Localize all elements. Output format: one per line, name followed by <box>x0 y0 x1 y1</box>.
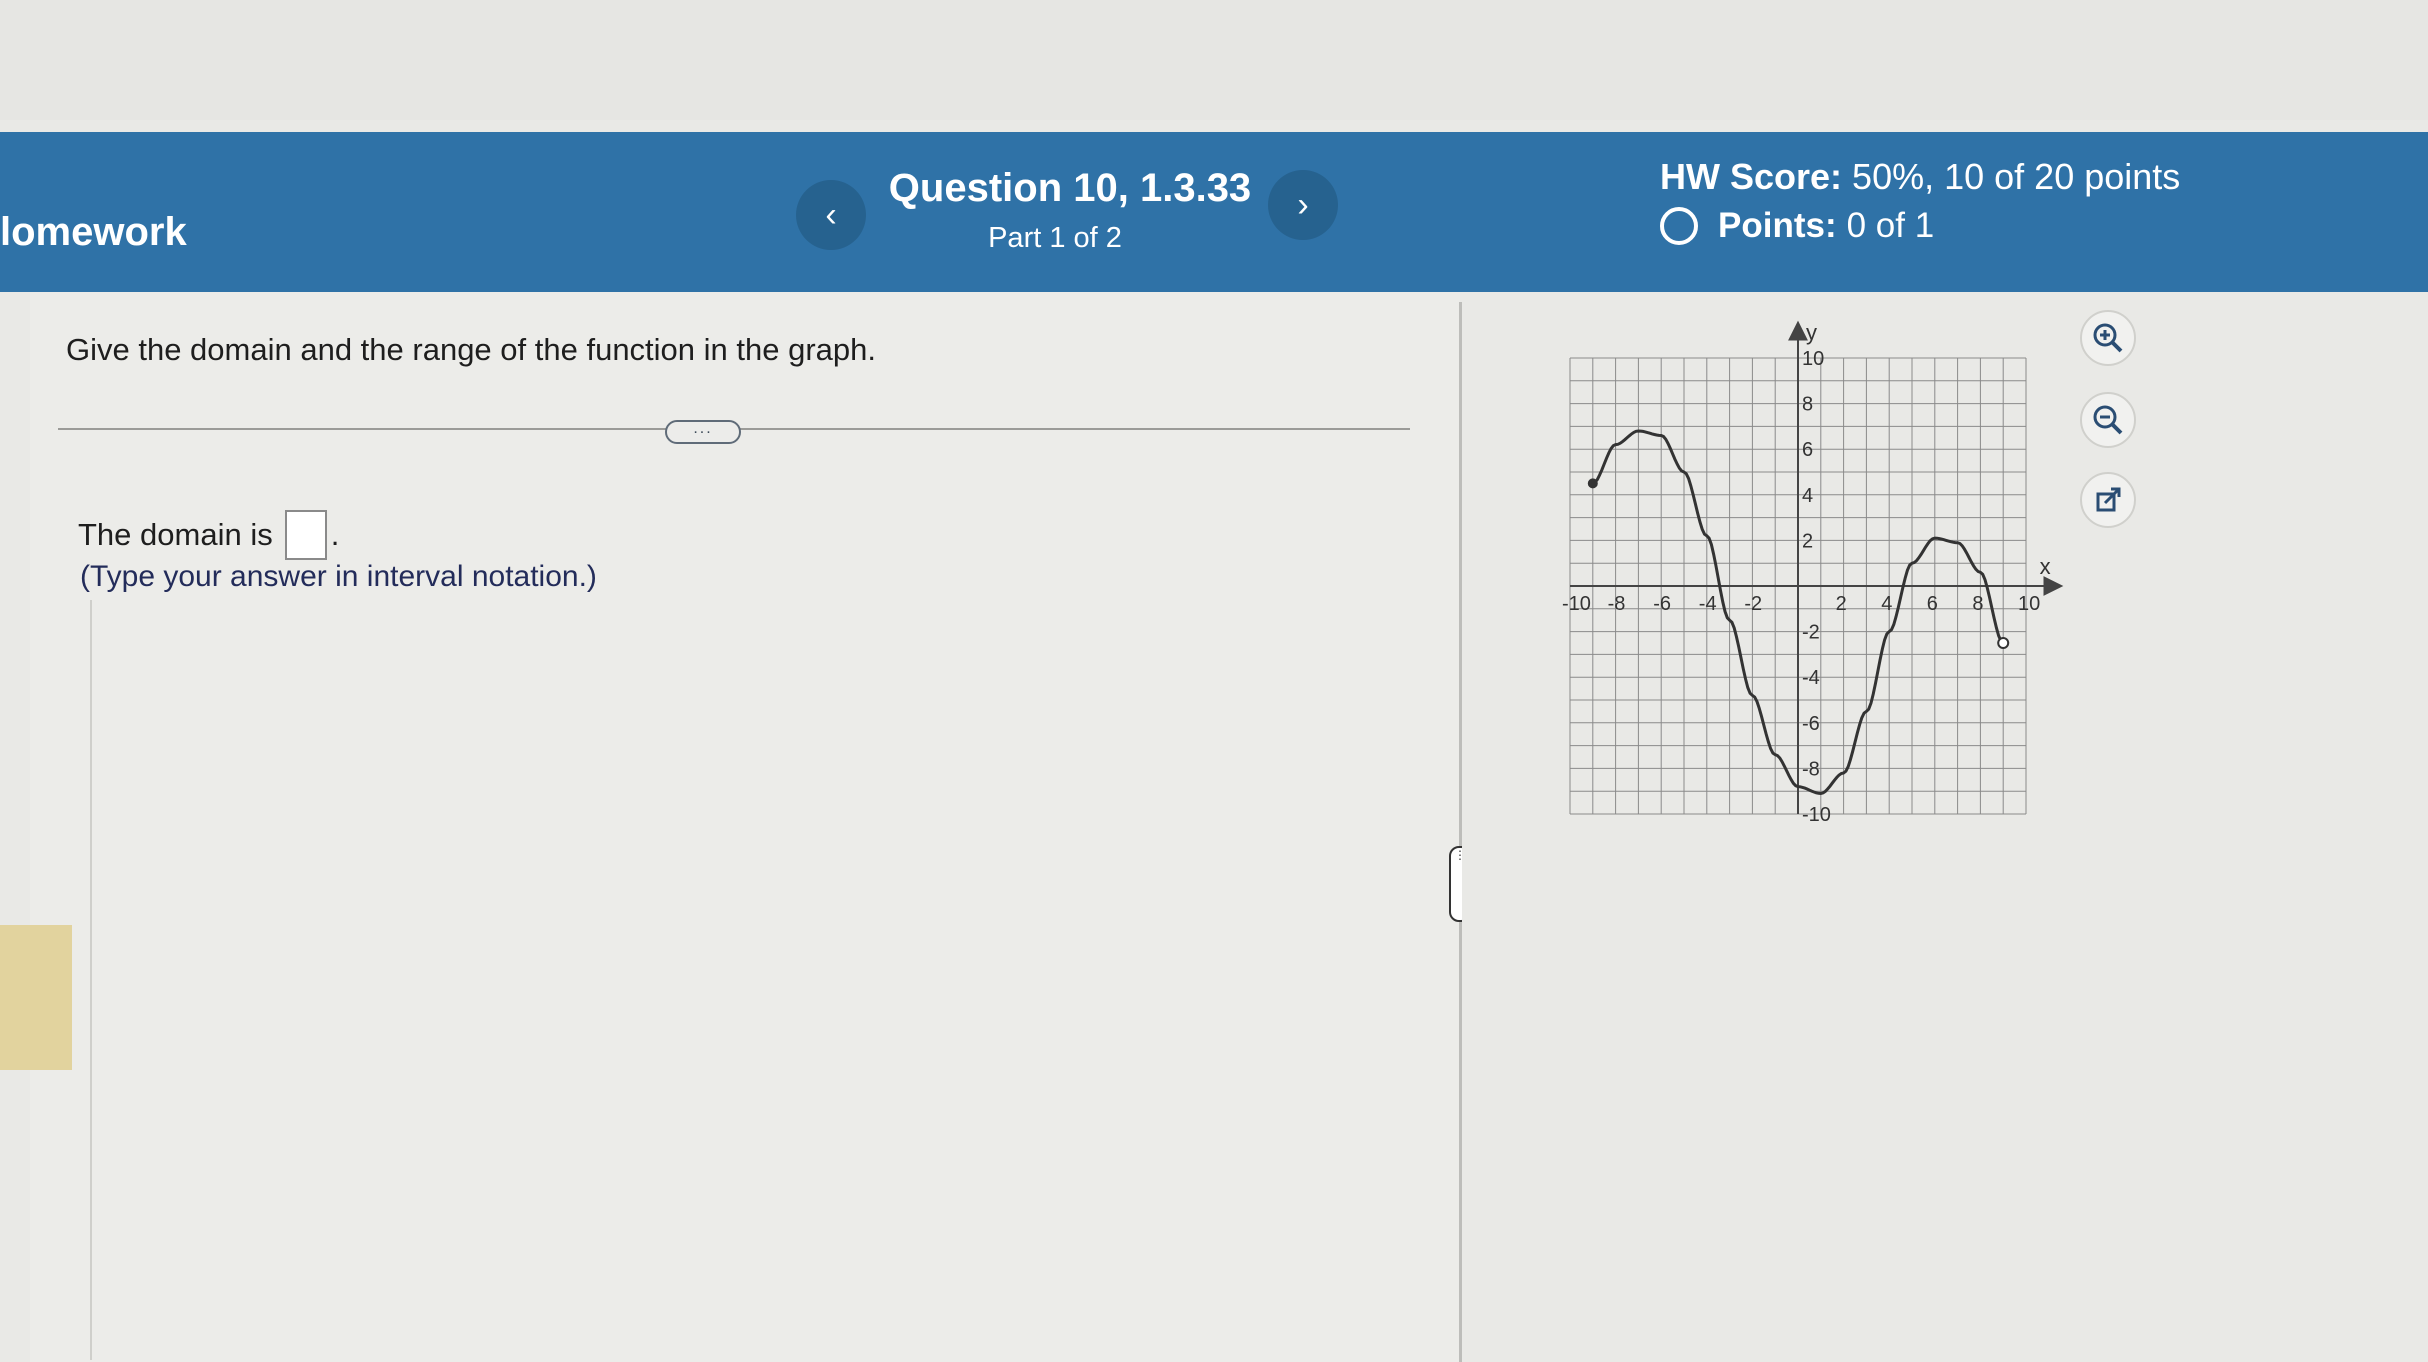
y-tick-label: -10 <box>1802 804 1831 826</box>
y-tick-label: 8 <box>1802 394 1813 416</box>
x-tick-label: 4 <box>1881 593 1892 615</box>
y-tick-label: -2 <box>1802 622 1820 644</box>
domain-label: The domain is <box>78 517 273 552</box>
top-band <box>0 0 2428 120</box>
domain-answer-input[interactable] <box>284 510 327 560</box>
x-tick-label: -2 <box>1744 593 1762 615</box>
interval-notation-instruction: (Type your answer in interval notation.) <box>80 560 597 593</box>
y-tick-label: -6 <box>1802 713 1820 735</box>
points-status: Points: 0 of 1 <box>1660 206 1934 246</box>
zoom-in-icon <box>2093 323 2123 353</box>
zoom-in-button[interactable] <box>2080 310 2136 366</box>
zoom-out-button[interactable] <box>2080 392 2136 448</box>
section-label: lomework <box>0 210 187 254</box>
next-question-button[interactable]: › <box>1268 170 1338 240</box>
domain-answer-row: The domain is . <box>78 510 339 560</box>
x-axis-label: x <box>2040 554 2051 579</box>
pane-edge <box>90 600 92 1360</box>
previous-question-button[interactable]: ‹ <box>796 180 866 250</box>
question-part: Part 1 of 2 <box>988 222 1122 254</box>
hw-score: HW Score: 50%, 10 of 20 points <box>1660 156 2180 198</box>
y-tick-label: 4 <box>1802 485 1813 507</box>
closed-endpoint <box>1587 478 1598 489</box>
x-tick-label: -10 <box>1562 593 1591 615</box>
domain-period: . <box>330 517 340 552</box>
question-pane <box>30 292 1460 1362</box>
x-tick-label: -4 <box>1699 593 1717 615</box>
side-indicator <box>0 925 72 1070</box>
y-axis-label: y <box>1806 320 1817 345</box>
x-tick-label: -6 <box>1653 593 1671 615</box>
popout-button[interactable] <box>2080 472 2136 528</box>
y-tick-label: 10 <box>1802 348 1824 370</box>
popout-icon <box>2096 487 2121 512</box>
points-value: 0 of 1 <box>1846 206 1935 245</box>
function-graph: -10 -8 -6 -4 -2 2 4 6 8 10 10 8 6 4 2 -2 -4 -6 -8 -10 x y <box>1540 310 2080 845</box>
hw-score-label: HW Score: <box>1660 156 1843 197</box>
status-circle-icon <box>1660 207 1698 245</box>
assignment-header: lomework ‹ Question 10, 1.3.33 Part 1 of… <box>0 132 2428 292</box>
y-tick-label: -8 <box>1802 758 1820 780</box>
chevron-right-icon: › <box>1297 186 1309 224</box>
hw-score-value: 50%, 10 of 20 points <box>1852 156 2181 197</box>
zoom-out-icon <box>2093 405 2123 435</box>
x-tick-label: 6 <box>1927 593 1938 615</box>
question-title: Question 10, 1.3.33 <box>888 166 1252 210</box>
x-tick-label: 2 <box>1836 593 1847 615</box>
y-tick-label: -4 <box>1802 667 1820 689</box>
graph-svg: -10 -8 -6 -4 -2 2 4 6 8 10 10 8 6 4 2 -2 -4 -6 -8 -10 x y <box>1562 320 2064 826</box>
x-tick-label: 10 <box>2018 593 2040 615</box>
question-prompt: Give the domain and the range of the fun… <box>66 332 876 367</box>
y-tick-label: 2 <box>1802 530 1813 552</box>
y-tick-label: 6 <box>1802 439 1813 461</box>
x-tick-label: -8 <box>1608 593 1626 615</box>
points-label: Points: <box>1718 206 1837 245</box>
x-tick-label: 8 <box>1972 593 1983 615</box>
open-endpoint <box>1997 637 2010 649</box>
more-options-button[interactable]: ... <box>665 420 741 444</box>
chevron-left-icon: ‹ <box>825 196 837 234</box>
